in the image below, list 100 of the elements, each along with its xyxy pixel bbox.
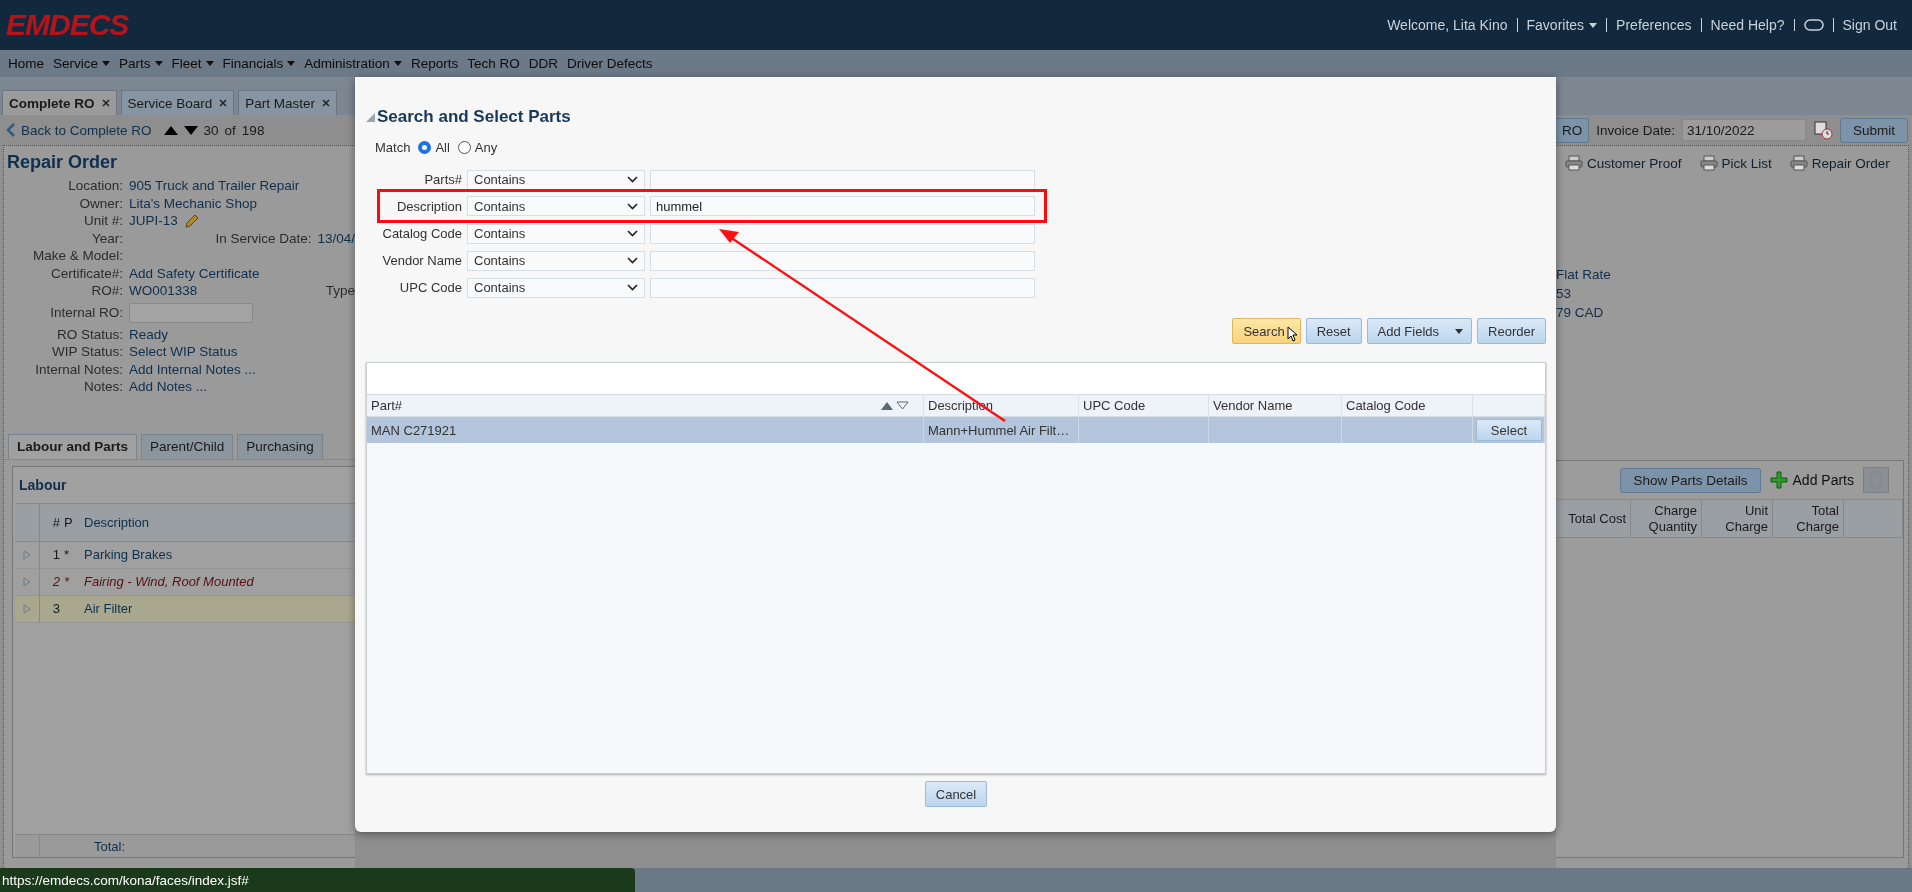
calendar-icon[interactable] [1813, 120, 1834, 140]
plus-icon[interactable] [1769, 471, 1788, 489]
menu-item[interactable]: Tech RO [467, 56, 520, 71]
header-link[interactable]: Need Help? [1700, 18, 1794, 32]
header-link[interactable]: Preferences [1606, 18, 1701, 32]
table-row[interactable]: 1 * Parking Brakes [15, 541, 355, 569]
caret-icon[interactable] [102, 61, 111, 66]
field-label: WIP Status: [50, 344, 123, 360]
cancel-button[interactable]: Cancel [924, 781, 988, 807]
favorites-menu[interactable]: Favorites [1516, 18, 1607, 32]
menu-item[interactable]: Driver Defects [566, 56, 653, 71]
back-link[interactable]: Back to Complete RO [6, 122, 152, 138]
radio-option[interactable]: Any [457, 139, 498, 155]
operator-dropdown[interactable]: Contains [467, 169, 645, 190]
up-arrow-icon[interactable] [163, 125, 178, 135]
page-tab[interactable]: Part Master [238, 90, 338, 115]
toggle-icon[interactable] [1803, 19, 1824, 31]
page-tab[interactable]: Service Board [120, 90, 235, 115]
date-field[interactable]: 31/10/2022 [1682, 119, 1807, 141]
field-label: Year: [90, 230, 123, 246]
chevron-down-icon[interactable] [627, 230, 638, 237]
column-header: Total Cost [1560, 500, 1631, 537]
search-button[interactable]: Search [1232, 318, 1301, 344]
operator-dropdown[interactable]: Contains [467, 223, 645, 244]
field-label: RO#: [90, 283, 123, 299]
chevron-down-icon[interactable] [627, 257, 638, 264]
operator-dropdown[interactable]: Contains [467, 196, 645, 216]
close-icon[interactable] [219, 99, 228, 107]
submit-button[interactable]: Submit [1840, 117, 1909, 143]
input-field[interactable] [129, 302, 253, 323]
menu-item[interactable]: Fleet [171, 56, 214, 71]
field-value: Add Internal Notes ... [129, 361, 256, 377]
close-icon[interactable] [322, 99, 331, 107]
field-value: JUPI-13 [129, 213, 178, 229]
menu-item[interactable]: Service [53, 56, 111, 71]
field-label: Certificate#: [49, 265, 123, 281]
welcome-text: Welcome, Lita Kino [1386, 18, 1509, 32]
field-value: 53 [1556, 286, 1573, 303]
operator-dropdown[interactable]: Contains [467, 277, 645, 298]
print-link[interactable]: Pick List [1699, 155, 1772, 171]
print-link[interactable]: Repair Order [1789, 155, 1890, 171]
select-button[interactable]: Select [1475, 419, 1542, 441]
ro-button[interactable]: RO [1556, 117, 1590, 143]
table-cell-text: Air Filter [83, 601, 133, 616]
menu-item[interactable]: Parts [119, 56, 163, 71]
chevron-down-icon[interactable] [627, 202, 638, 210]
search-input[interactable] [650, 223, 1035, 244]
field-value: Flat Rate [1556, 267, 1612, 284]
section-tab[interactable]: Purchasing [237, 433, 323, 459]
sort-icon[interactable] [881, 401, 909, 410]
column-header[interactable]: Vendor Name [1209, 395, 1342, 416]
chevron-down-icon[interactable] [627, 284, 638, 291]
printer-icon [1699, 155, 1718, 171]
caret-icon[interactable] [287, 61, 296, 66]
caret-icon[interactable] [154, 61, 163, 66]
radio-option[interactable]: All [418, 139, 450, 155]
column-header[interactable]: Part# [367, 395, 924, 416]
show-details-button[interactable]: Show Parts Details [1620, 467, 1761, 493]
column-header: # [51, 514, 61, 530]
menu-item[interactable]: Administration [304, 56, 402, 71]
caret-icon[interactable] [393, 61, 402, 66]
menu-item[interactable]: Financials [222, 56, 296, 71]
header-link[interactable]: Sign Out [1832, 18, 1906, 32]
page-tab[interactable]: Complete RO [2, 90, 117, 115]
table-row[interactable]: 2 * Fairing - Wind, Roof Mounted [15, 568, 355, 596]
table-cell-text: 1 [51, 547, 61, 562]
print-link[interactable]: Customer Proof [1565, 155, 1682, 171]
menu-item[interactable]: DDR [528, 56, 558, 71]
result-row[interactable]: MAN C271921 Mann+Hummel Air Filt… Select [367, 417, 1545, 443]
field-value: 79 CAD [1556, 305, 1605, 322]
caret-icon[interactable] [1455, 328, 1464, 334]
dialog-button[interactable]: Reorder [1477, 318, 1546, 344]
field-label: RO Status: [55, 326, 123, 342]
section-tab[interactable]: Parent/Child [141, 433, 234, 459]
field-label: Notes: [82, 379, 123, 395]
table-row[interactable]: 3 Air Filter [15, 595, 355, 623]
caret-icon[interactable] [1589, 22, 1598, 28]
collapse-icon[interactable] [366, 112, 375, 122]
radio-icon[interactable] [418, 140, 432, 154]
down-arrow-icon[interactable] [183, 125, 198, 135]
split-button[interactable]: Add Fields [1366, 318, 1473, 344]
column-header[interactable]: Catalog Code [1342, 395, 1473, 416]
close-icon[interactable] [101, 99, 110, 107]
pencil-icon[interactable] [183, 212, 200, 229]
section-tab[interactable]: Labour and Parts [8, 433, 138, 459]
chevron-down-icon[interactable] [627, 176, 638, 183]
menu-item[interactable]: Home [8, 56, 44, 71]
add-parts-link[interactable]: Add Parts [1769, 471, 1854, 489]
dialog-button[interactable]: Reset [1305, 318, 1362, 344]
status-url: https://emdecs.com/kona/faces/index.jsf# [0, 868, 635, 892]
search-input[interactable] [650, 250, 1035, 271]
search-input[interactable] [650, 277, 1035, 298]
menu-item[interactable]: Reports [410, 56, 459, 71]
column-header[interactable]: UPC Code [1079, 395, 1209, 416]
field-value: Add Notes ... [129, 379, 208, 395]
operator-dropdown[interactable]: Contains [467, 250, 645, 271]
caret-icon[interactable] [205, 61, 214, 66]
search-input[interactable]: hummel [650, 196, 1035, 216]
radio-icon[interactable] [457, 140, 471, 154]
search-input[interactable] [650, 169, 1035, 190]
